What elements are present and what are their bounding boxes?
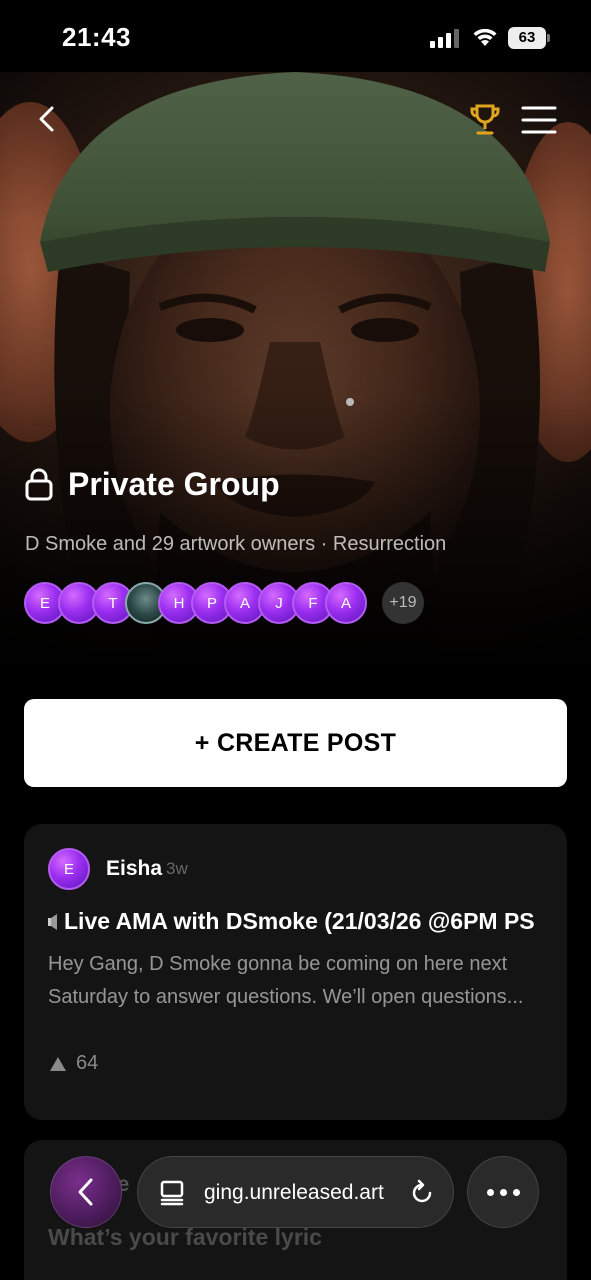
chevron-left-icon <box>78 1178 93 1206</box>
more-dots-icon[interactable] <box>467 1156 539 1228</box>
lock-icon <box>25 468 53 501</box>
status-time: 21:43 <box>62 22 131 52</box>
member-avatar[interactable]: A <box>325 582 367 624</box>
url-text[interactable]: ging.unreleased.art <box>204 1181 384 1205</box>
create-post-button[interactable]: + CREATE POST <box>24 699 567 787</box>
speaker-icon <box>48 913 57 930</box>
author-avatar[interactable]: E <box>48 848 90 890</box>
group-title: Private Group <box>24 462 280 506</box>
reload-icon[interactable] <box>408 1179 436 1207</box>
post-time: 3w <box>166 859 188 878</box>
battery-icon: 63 <box>508 27 550 49</box>
post-body: Hey Gang, D Smoke gonna be coming on her… <box>48 948 543 1014</box>
wifi-icon <box>473 28 497 46</box>
post-body-line: Hey Gang, D Smoke gonna be coming on her… <box>48 953 508 975</box>
group-hero: Private Group D Smoke and 29 artwork own… <box>0 72 591 664</box>
post-body-line: Saturday to answer questions. We’ll open… <box>48 986 524 1008</box>
tabs-icon[interactable] <box>158 1179 186 1207</box>
vote-count: 64 <box>76 1052 99 1074</box>
url-bar[interactable]: ging.unreleased.art <box>137 1156 454 1228</box>
upvote-triangle-icon <box>50 1056 66 1071</box>
group-title-text: Private Group <box>68 465 280 502</box>
cellular-signal-icon <box>430 29 459 48</box>
post-title[interactable]: What’s your favorite lyric <box>48 1224 322 1251</box>
post-card[interactable]: E Eisha 3w Live AMA with DSmoke (21/03/2… <box>24 824 567 1120</box>
group-subtitle: D Smoke and 29 artwork owners · Resurrec… <box>25 533 447 555</box>
browser-back-button[interactable] <box>50 1156 122 1228</box>
post-author[interactable]: Eisha <box>106 857 162 881</box>
battery-level: 63 <box>508 27 546 49</box>
post-title-text: Live AMA with DSmoke (21/03/26 @6PM PS <box>64 908 535 934</box>
status-bar: 21:43 63 <box>0 0 591 72</box>
post-title[interactable]: Live AMA with DSmoke (21/03/26 @6PM PS <box>48 908 567 935</box>
trophy-icon[interactable] <box>468 102 502 138</box>
more-members-count[interactable]: +19 <box>382 582 424 624</box>
chevron-left-icon[interactable] <box>30 102 64 136</box>
upvote-button[interactable]: 64 <box>50 1052 98 1075</box>
hamburger-menu-icon[interactable] <box>520 104 558 136</box>
